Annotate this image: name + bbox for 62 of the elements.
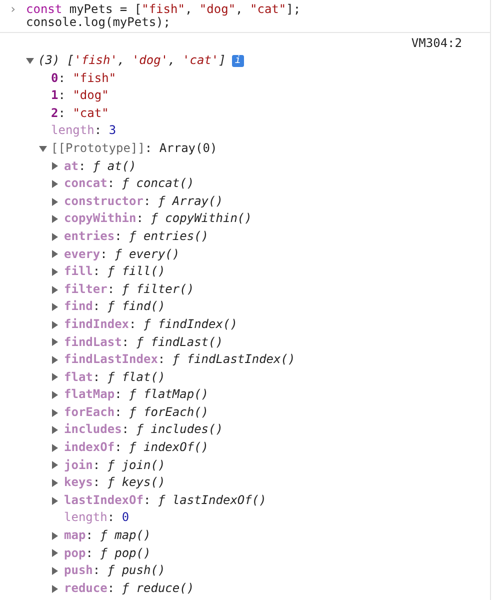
property-entry[interactable]: reduce: ƒ reduce() xyxy=(64,580,194,598)
property-entry[interactable]: findLastIndex: ƒ findLastIndex() xyxy=(64,351,296,369)
property-entry[interactable]: every: ƒ every() xyxy=(64,246,180,264)
collapse-arrow-icon[interactable] xyxy=(52,162,58,170)
property-entry[interactable]: keys: ƒ keys() xyxy=(64,474,166,492)
collapse-arrow-icon[interactable] xyxy=(52,268,58,276)
expand-arrow-icon[interactable] xyxy=(26,58,34,64)
property-entry: length: 0 xyxy=(64,509,130,526)
collapse-arrow-icon[interactable] xyxy=(52,250,58,258)
collapse-arrow-icon[interactable] xyxy=(52,356,58,364)
collapse-arrow-icon[interactable] xyxy=(52,567,58,576)
collapse-arrow-icon[interactable] xyxy=(52,373,58,382)
collapse-arrow-icon[interactable] xyxy=(52,338,58,346)
property-entry[interactable]: at: ƒ at() xyxy=(64,158,136,176)
collapse-arrow-icon[interactable] xyxy=(52,461,58,470)
property-entry[interactable]: constructor: ƒ Array() xyxy=(64,192,223,210)
property-entry[interactable]: entries: ƒ entries() xyxy=(64,228,209,246)
code-line: console.log(myPets); xyxy=(26,16,172,29)
expand-arrow-icon[interactable] xyxy=(39,146,47,152)
collapse-arrow-icon[interactable] xyxy=(52,232,58,241)
collapse-arrow-icon[interactable] xyxy=(52,549,58,558)
property-entry: length: 3 xyxy=(51,122,116,140)
property-entry[interactable]: filter: ƒ filter() xyxy=(64,280,194,298)
property-entry[interactable]: pop: ƒ pop() xyxy=(64,544,151,562)
collapse-arrow-icon[interactable] xyxy=(52,286,58,294)
property-entry[interactable]: findLast: ƒ findLast() xyxy=(64,334,223,352)
collapse-arrow-icon[interactable] xyxy=(52,479,58,488)
prompt-chevron: › xyxy=(8,3,18,18)
property-entry[interactable]: join: ƒ join() xyxy=(64,456,166,474)
property-entry[interactable]: find: ƒ find() xyxy=(64,298,166,316)
code-line: const myPets = ["fish", "dog", "cat"]; xyxy=(26,3,301,16)
property-entry[interactable]: copyWithin: ƒ copyWithin() xyxy=(64,210,252,228)
property-entry[interactable]: forEach: ƒ forEach() xyxy=(64,404,209,422)
collapse-arrow-icon[interactable] xyxy=(52,391,58,400)
property-entry[interactable]: map: ƒ map() xyxy=(64,527,151,545)
property-entry[interactable]: includes: ƒ includes() xyxy=(64,421,223,440)
collapse-arrow-icon[interactable] xyxy=(52,303,58,312)
property-entry[interactable]: fill: ƒ fill() xyxy=(64,263,166,281)
property-entry: 1: "dog" xyxy=(51,87,109,104)
source-link[interactable]: VM304:2 xyxy=(411,35,462,52)
collapse-arrow-icon[interactable] xyxy=(52,444,58,452)
collapse-arrow-icon[interactable] xyxy=(52,198,58,206)
property-entry[interactable]: concat: ƒ concat() xyxy=(64,175,194,193)
collapse-arrow-icon[interactable] xyxy=(52,426,58,434)
property-entry[interactable]: [[Prototype]]: Array(0) xyxy=(51,140,218,158)
property-entry: 2: "cat" xyxy=(51,104,109,122)
property-entry[interactable]: push: ƒ push() xyxy=(64,562,166,580)
property-entry[interactable]: lastIndexOf: ƒ lastIndexOf() xyxy=(64,492,266,510)
collapse-arrow-icon[interactable] xyxy=(52,496,58,505)
property-entry[interactable]: indexOf: ƒ indexOf() xyxy=(64,439,209,457)
info-badge[interactable]: i xyxy=(232,54,244,67)
property-entry[interactable]: flat: ƒ flat() xyxy=(64,368,166,386)
collapse-arrow-icon[interactable] xyxy=(52,215,58,224)
collapse-arrow-icon[interactable] xyxy=(52,320,58,329)
property-entry: 0: "fish" xyxy=(51,70,116,87)
collapse-arrow-icon[interactable] xyxy=(52,584,58,593)
collapse-arrow-icon[interactable] xyxy=(52,180,58,188)
property-entry[interactable]: findIndex: ƒ findIndex() xyxy=(64,316,238,334)
property-entry[interactable]: flatMap: ƒ flatMap() xyxy=(64,386,209,404)
collapse-arrow-icon[interactable] xyxy=(52,532,58,540)
collapse-arrow-icon[interactable] xyxy=(52,408,58,417)
array-summary: (3) ['fish', 'dog', 'cat'] xyxy=(38,52,226,69)
